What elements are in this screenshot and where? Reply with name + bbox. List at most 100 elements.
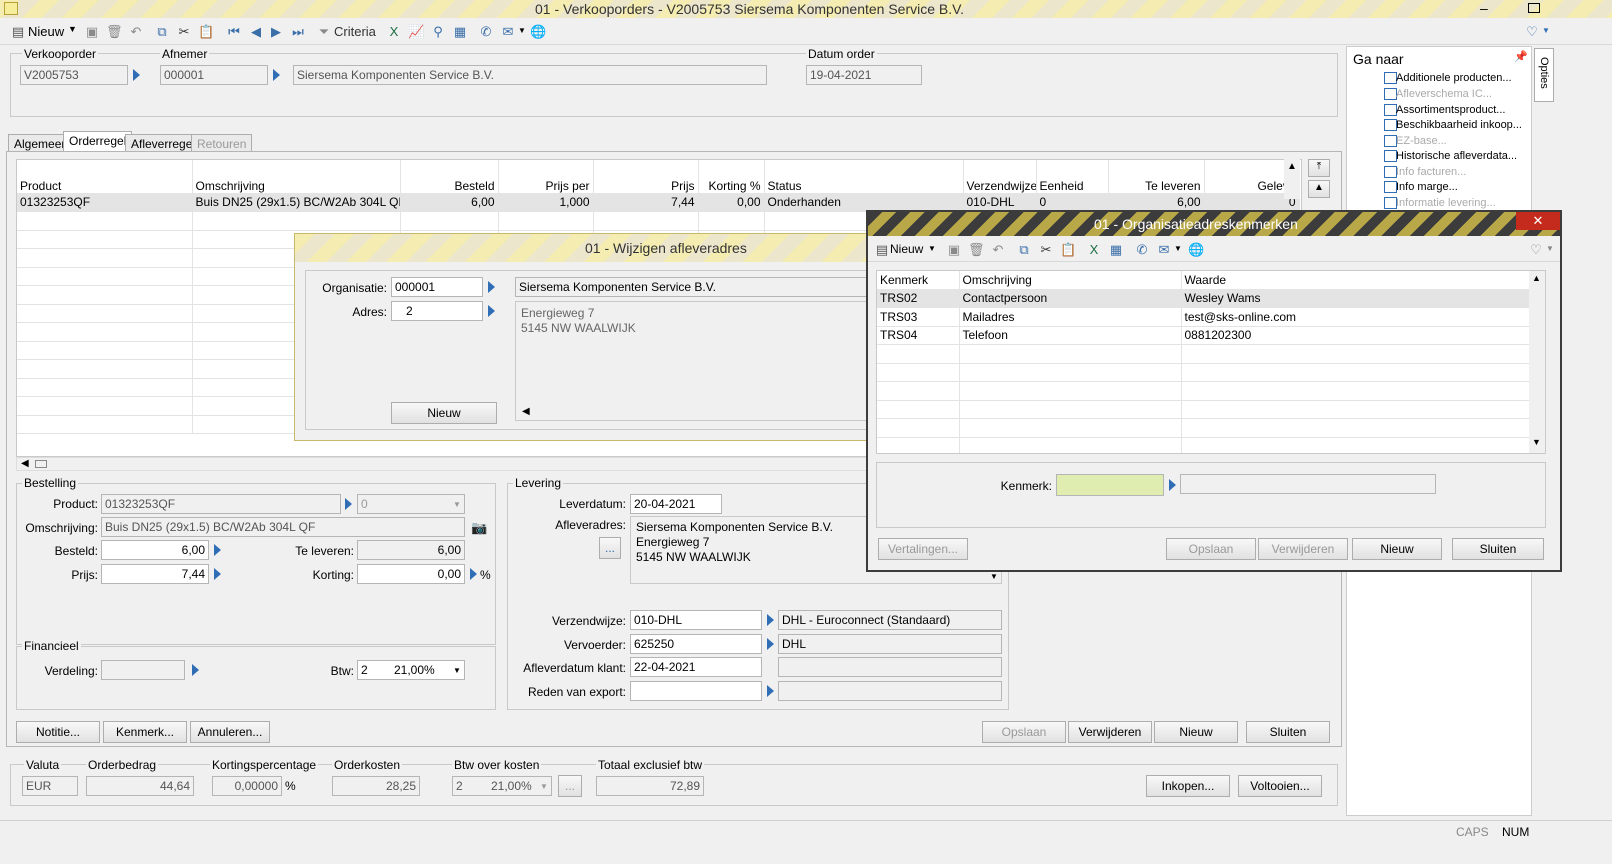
filter-icon[interactable]: ⏷	[316, 24, 332, 40]
cell[interactable]: 1,000	[498, 193, 594, 212]
col-product[interactable]: Product	[17, 160, 193, 193]
col-omschrijving[interactable]: Omschrijving	[192, 160, 401, 193]
tab-afleverregel[interactable]: Afleverregel	[125, 134, 202, 152]
previous-record-icon[interactable]: ◀	[248, 24, 264, 40]
chevron-down-icon[interactable]: ▼	[928, 244, 936, 253]
globe-icon[interactable]: 🌐	[530, 24, 546, 40]
cell[interactable]: 0,00	[698, 193, 765, 212]
cell[interactable]: 01323253QF	[17, 193, 193, 212]
grid-icon[interactable]: ▦	[452, 24, 468, 40]
annuleren-button[interactable]: Annuleren...	[190, 721, 270, 743]
dialog-sluiten-button[interactable]: Sluiten	[1452, 538, 1544, 560]
minimize-button[interactable]: –	[1480, 0, 1488, 16]
col-te-leveren[interactable]: Te leveren	[1108, 160, 1205, 193]
col-prijs[interactable]: Prijs	[593, 160, 699, 193]
criteria-button[interactable]: Criteria	[334, 24, 376, 39]
delete-icon[interactable]: 🗑	[968, 242, 985, 258]
cell[interactable]: Contactpersoon	[959, 289, 1182, 308]
afleveradres-dots-button[interactable]: ...	[599, 537, 621, 559]
favorite-chevron-icon[interactable]: ▼	[1542, 26, 1550, 35]
cell[interactable]: 0	[1036, 193, 1109, 212]
cell[interactable]: Buis DN25 (29x1.5) BC/W2Ab 304L QF	[192, 193, 401, 212]
cell[interactable]: 010-DHL	[963, 193, 1037, 212]
cell[interactable]: TRS04	[877, 326, 960, 345]
favorite-heart-icon[interactable]: ♡	[1528, 242, 1544, 258]
col-status[interactable]: Status	[764, 160, 964, 193]
product-lookup-arrow-icon[interactable]	[345, 498, 352, 510]
dialog-nieuw-button[interactable]: Nieuw	[391, 402, 497, 424]
verzendwijze-field[interactable]: 010-DHL	[630, 610, 762, 630]
undo-icon[interactable]: ↶	[128, 24, 144, 40]
verdeling-field[interactable]	[101, 660, 185, 680]
vervoerder-field[interactable]: 625250	[630, 634, 762, 654]
cell[interactable]: Onderhanden	[764, 193, 964, 212]
nieuw-button[interactable]: Nieuw	[1154, 721, 1238, 743]
save-icon[interactable]: ▣	[946, 242, 962, 258]
mail-chevron-icon[interactable]: ▼	[518, 26, 526, 35]
dialog-verwijderen-button[interactable]: Verwijderen	[1258, 538, 1348, 560]
btw-kosten-dots-button[interactable]: ...	[558, 775, 582, 797]
cell[interactable]: test@sks-online.com	[1181, 307, 1530, 327]
first-record-icon[interactable]: ⏮	[226, 24, 242, 40]
inkopen-button[interactable]: Inkopen...	[1146, 775, 1230, 797]
globe-icon[interactable]: 🌐	[1188, 242, 1204, 258]
table-row[interactable]: TRS03 Mailadres test@sks-online.com	[877, 307, 1530, 327]
cut-icon[interactable]: ✂	[1038, 242, 1054, 258]
ga-naar-item[interactable]: Assortimentsproduct...	[1396, 104, 1505, 116]
col-kenmerk[interactable]: Kenmerk	[877, 271, 960, 289]
notitie-button[interactable]: Notitie...	[16, 721, 100, 743]
prijs-arrow-icon[interactable]	[214, 568, 221, 580]
kenmerk-arrow-icon[interactable]	[1169, 479, 1176, 491]
verzendwijze-arrow-icon[interactable]	[767, 614, 774, 626]
voltooien-button[interactable]: Voltooien...	[1238, 775, 1322, 797]
next-record-icon[interactable]: ▶	[268, 24, 284, 40]
dialog-nieuw-button[interactable]: Nieuw	[1352, 538, 1442, 560]
sluiten-button[interactable]: Sluiten	[1246, 721, 1330, 743]
col-omschrijving[interactable]: Omschrijving	[959, 271, 1182, 289]
adres-field[interactable]: 2	[391, 301, 483, 321]
phone-icon[interactable]: ✆	[1134, 242, 1150, 258]
cell[interactable]: 7,44	[593, 193, 699, 212]
organisatie-arrow-icon[interactable]	[488, 281, 495, 293]
pin-icon[interactable]: 📌	[1514, 50, 1528, 63]
ga-naar-item[interactable]: Info marge...	[1396, 181, 1458, 193]
besteld-field[interactable]: 6,00	[101, 540, 209, 560]
table-row[interactable]: 01323253QF Buis DN25 (29x1.5) BC/W2Ab 30…	[17, 193, 1300, 212]
adres-arrow-icon[interactable]	[488, 305, 495, 317]
kenmerk-button[interactable]: Kenmerk...	[103, 721, 187, 743]
afnemer-lookup-arrow-icon[interactable]	[273, 69, 280, 81]
excel-icon[interactable]: X	[386, 24, 402, 40]
col-korting[interactable]: Korting %	[698, 160, 765, 193]
table-row[interactable]: TRS02 Contactpersoon Wesley Wams	[877, 289, 1530, 308]
col-waarde[interactable]: Waarde	[1181, 271, 1530, 289]
cut-icon[interactable]: ✂	[176, 24, 192, 40]
cell[interactable]: Wesley Wams	[1181, 289, 1530, 308]
tab-orderregel[interactable]: Orderregel	[63, 131, 133, 152]
btw-kosten-select[interactable]: 2 21,00%	[452, 776, 552, 796]
cell[interactable]: 6,00	[400, 193, 499, 212]
dialog-new-button[interactable]: Nieuw	[890, 242, 923, 256]
opties-side-tab[interactable]: Opties	[1534, 48, 1554, 102]
scroll-left-icon[interactable]: ◀	[21, 458, 29, 469]
kenmerk-field[interactable]	[1056, 474, 1164, 496]
copy-icon[interactable]: ⧉	[154, 24, 170, 40]
product-variant-select[interactable]: 0	[357, 494, 465, 514]
ga-naar-item[interactable]: Additionele producten...	[1396, 72, 1512, 84]
vertalingen-button[interactable]: Vertalingen...	[878, 538, 968, 560]
cell[interactable]: TRS02	[877, 289, 960, 308]
chevron-down-icon[interactable]: ▼	[540, 782, 548, 791]
besteld-arrow-icon[interactable]	[214, 544, 221, 556]
reden-van-export-field[interactable]	[630, 681, 762, 701]
opslaan-button[interactable]: Opslaan	[982, 721, 1066, 743]
mail-icon[interactable]: ✉	[500, 24, 516, 40]
verdeling-arrow-icon[interactable]	[192, 664, 199, 676]
product-field[interactable]: 01323253QF	[101, 494, 341, 514]
chart-icon[interactable]: 📈	[408, 24, 424, 40]
maximize-button[interactable]	[1528, 3, 1540, 13]
prijs-field[interactable]: 7,44	[101, 564, 209, 584]
ga-naar-item[interactable]: Beschikbaarheid inkoop...	[1396, 119, 1522, 131]
move-top-button[interactable]: ⤒	[1308, 159, 1330, 177]
camera-icon[interactable]: 📷	[471, 520, 487, 536]
mail-icon[interactable]: ✉	[1156, 242, 1172, 258]
grid-icon[interactable]: ▦	[1108, 242, 1124, 258]
